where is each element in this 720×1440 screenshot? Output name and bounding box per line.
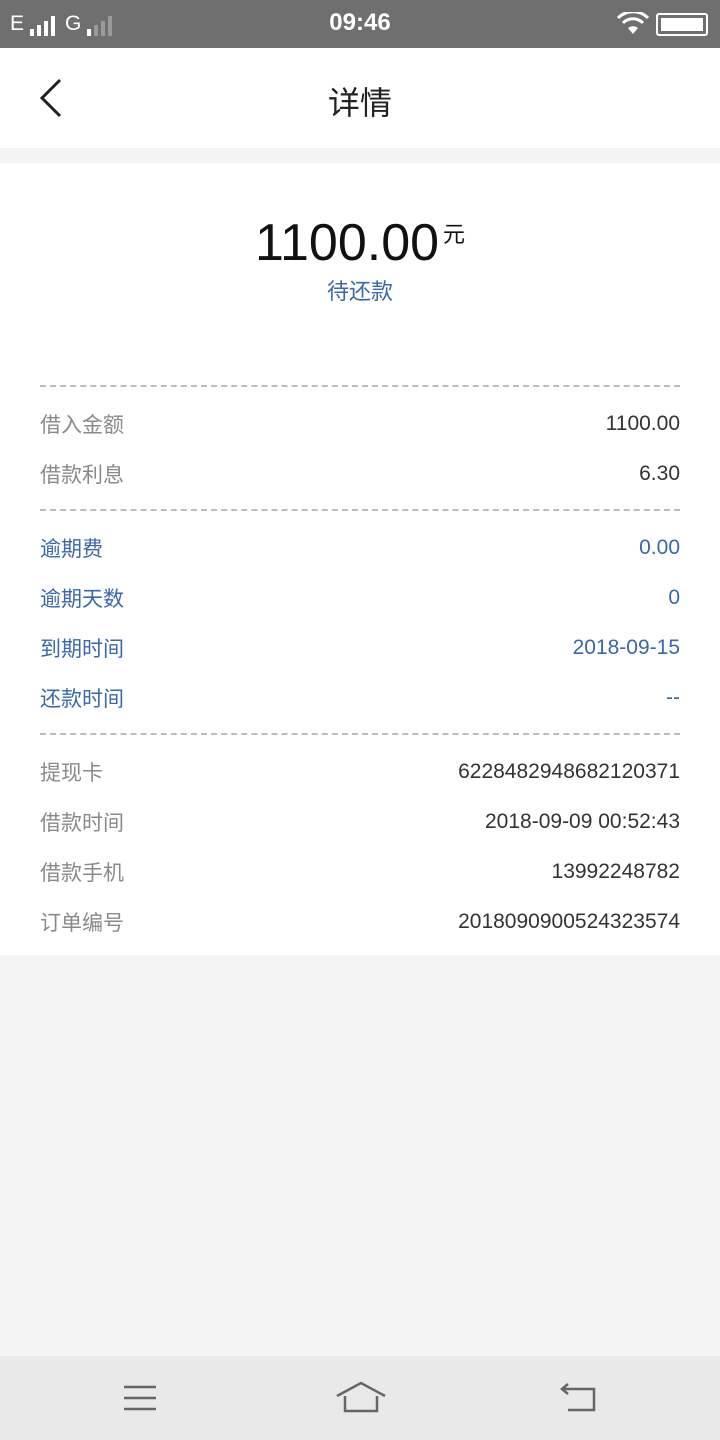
detail-row-overdue-days: 逾期天数 0 [40, 578, 680, 618]
row-value: 0 [668, 586, 680, 609]
amount-unit: 元 [443, 223, 466, 248]
detail-card: 1100.00 元 待还款 借入金额 1100.00 借款利息 6.30 逾期费 … [0, 163, 720, 955]
detail-row-due-date: 到期时间 2018-09-15 [40, 628, 680, 668]
header: 详情 [0, 48, 720, 148]
detail-row-loan-time: 借款时间 2018-09-09 00:52:43 [40, 802, 680, 842]
menu-icon[interactable] [122, 1384, 158, 1414]
battery-icon [656, 13, 708, 36]
row-value: 6.30 [639, 462, 680, 485]
row-label: 还款时间 [40, 687, 124, 711]
status-time: 09:46 [329, 9, 391, 36]
detail-row-overdue-fee: 逾期费 0.00 [40, 528, 680, 568]
detail-row-repay-date: 还款时间 -- [40, 678, 680, 718]
row-value: 2018090900524323574 [458, 910, 680, 933]
page-title: 详情 [327, 84, 392, 122]
divider [40, 509, 680, 511]
system-nav-bar [0, 1356, 720, 1440]
divider [40, 385, 680, 387]
status-bar: E G 09:46 [0, 0, 720, 48]
row-value: 0.00 [639, 536, 680, 559]
row-value: -- [666, 686, 680, 709]
amount-display: 1100.00 元 [0, 213, 720, 273]
row-value: 2018-09-15 [572, 636, 680, 659]
row-label: 借入金额 [40, 413, 124, 437]
divider [40, 733, 680, 735]
detail-row-borrowed-amount: 借入金额 1100.00 [40, 404, 680, 444]
detail-row-card: 提现卡 6228482948682120371 [40, 752, 680, 792]
detail-row-order-number: 订单编号 2018090900524323574 [40, 902, 680, 942]
detail-row-interest: 借款利息 6.30 [40, 454, 680, 494]
status-label: 待还款 [326, 280, 393, 305]
row-label: 借款利息 [40, 463, 124, 487]
row-label: 订单编号 [40, 911, 124, 935]
row-value: 1100.00 [605, 412, 680, 435]
row-label: 借款时间 [40, 811, 124, 835]
wifi-icon [617, 12, 649, 34]
row-value: 6228482948682120371 [458, 760, 680, 783]
return-icon[interactable] [558, 1380, 600, 1414]
row-label: 逾期费 [40, 537, 103, 561]
amount-value: 1100.00 [254, 214, 440, 272]
row-label: 提现卡 [40, 761, 103, 785]
row-value: 13992248782 [551, 860, 680, 883]
row-label: 逾期天数 [40, 587, 124, 611]
row-value: 2018-09-09 00:52:43 [485, 810, 680, 833]
home-icon[interactable] [335, 1380, 387, 1414]
row-label: 借款手机 [40, 861, 124, 885]
row-label: 到期时间 [40, 637, 124, 661]
detail-row-phone: 借款手机 13992248782 [40, 852, 680, 892]
